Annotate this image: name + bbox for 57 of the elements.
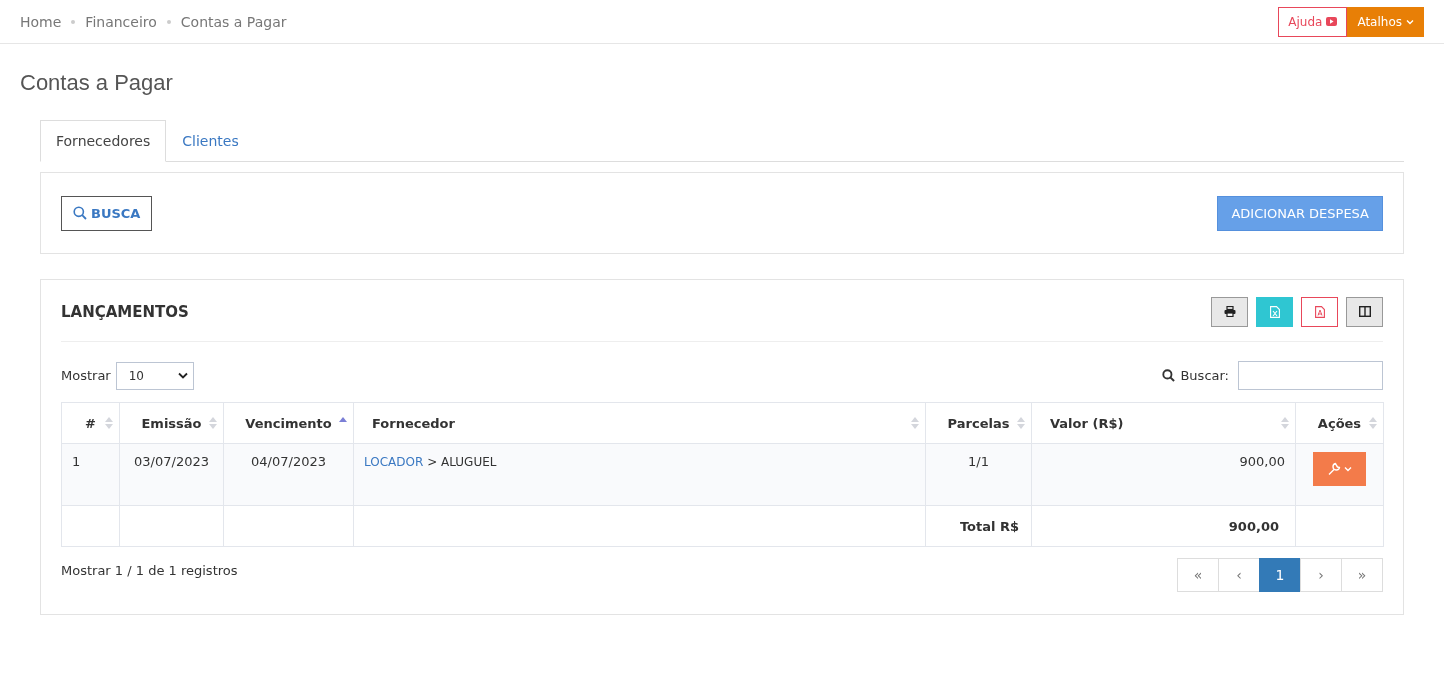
printer-icon [1223,306,1236,317]
row-number: 1 [72,454,81,469]
amount: 900,00 [1239,454,1285,469]
print-button[interactable] [1211,296,1248,327]
due-date: 04/07/2023 [251,454,326,469]
issue-date: 03/07/2023 [134,454,209,469]
search-button[interactable]: BUSCA [61,195,153,231]
sort-icon[interactable] [1281,416,1289,430]
chevron-down-icon [1406,18,1414,25]
tab[interactable]: Clientes [166,120,255,162]
breadcrumb-link[interactable]: Home [20,13,62,30]
search-label: Buscar: [1180,368,1229,383]
breadcrumb-link[interactable]: Financeiro [85,13,157,30]
breadcrumb-separator-icon [166,19,171,24]
breadcrumb-link[interactable]: Contas a Pagar [180,13,287,30]
page-button[interactable]: » [1341,558,1383,592]
section-title: LANÇAMENTOS [61,302,189,321]
page-button[interactable]: ‹ [1218,558,1260,592]
columns-button[interactable] [1346,296,1383,327]
search-icon [1162,369,1176,382]
search-input[interactable] [1238,361,1383,390]
pdf-export-button[interactable] [1301,296,1338,327]
page-button[interactable]: 1 [1259,558,1301,592]
sort-icon[interactable] [105,416,113,430]
sort-icon[interactable] [1017,416,1025,430]
shortcuts-button[interactable]: Atalhos [1347,6,1424,37]
actions-button[interactable] [1313,452,1366,486]
wrench-icon [1326,462,1353,476]
show-label: Mostrar [61,368,111,383]
add-expense-button[interactable]: ADICIONAR DESPESA [1217,195,1383,231]
search-icon [73,206,87,220]
total-label: Total R$ [959,518,1019,534]
help-button[interactable]: Ajuda [1278,6,1348,37]
breadcrumb-separator-icon [71,19,76,24]
columns-icon [1358,306,1371,317]
installments: 1/1 [968,454,989,469]
records-info: Mostrar 1 / 1 de 1 registros [61,563,238,578]
chevron-down-icon [177,372,188,379]
page-title: Contas a Pagar [20,70,174,96]
page-size-select[interactable]: 10 [115,361,194,390]
page-button[interactable]: › [1300,558,1342,592]
total-amount: 900,00 [1228,518,1279,534]
spreadsheet-file-icon [1269,305,1280,318]
supplier-link[interactable]: LOCADOR [364,455,424,469]
excel-export-button[interactable] [1256,296,1293,327]
column-header[interactable]: Valor (R$) [1050,415,1124,431]
category-text: > ALUGUEL [427,455,497,469]
sort-icon[interactable] [1369,416,1377,430]
column-header[interactable]: Ações [1317,415,1362,431]
sort-icon[interactable] [209,416,217,430]
page-button[interactable]: « [1177,558,1219,592]
video-play-icon [1326,17,1338,26]
sort-icon[interactable] [911,416,919,430]
column-header[interactable]: Fornecedor [372,415,455,431]
pdf-file-icon [1314,305,1325,318]
tab[interactable]: Fornecedores [40,120,167,162]
column-header[interactable]: # [85,415,96,431]
